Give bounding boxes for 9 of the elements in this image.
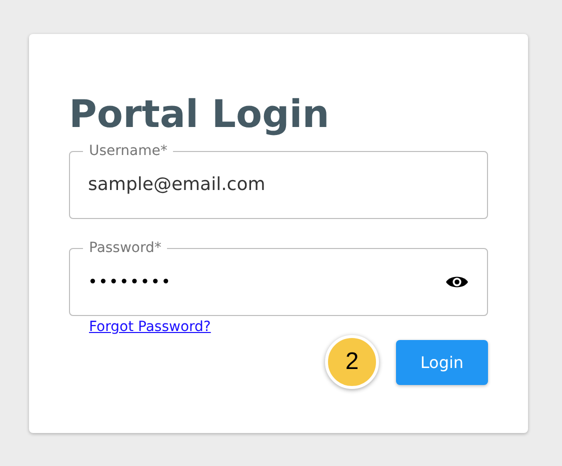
- forgot-password-link[interactable]: Forgot Password?: [89, 319, 211, 335]
- field-label: Password*: [88, 239, 162, 257]
- field-value[interactable]: sample@email.com: [88, 174, 469, 195]
- field-label: Username*: [88, 142, 168, 160]
- page-title: Portal Login: [69, 91, 330, 138]
- step-badge: 2: [325, 335, 379, 389]
- input-field[interactable]: Username* sample@email.com: [69, 142, 488, 219]
- field-value[interactable]: ••••••••: [88, 272, 445, 291]
- input-field[interactable]: Password* ••••••••: [69, 239, 488, 316]
